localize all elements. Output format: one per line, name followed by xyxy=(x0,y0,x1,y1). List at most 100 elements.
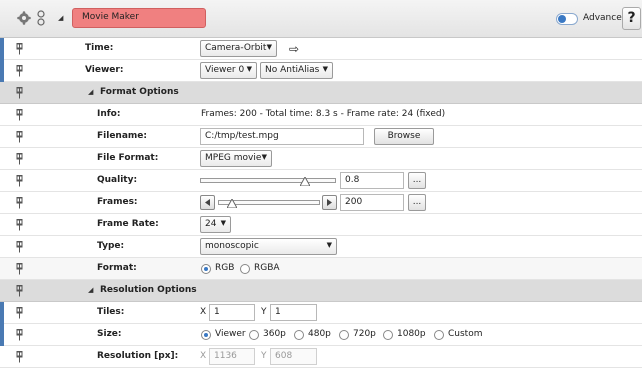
chevron-down-icon: ▼ xyxy=(220,219,226,227)
pin-icon[interactable] xyxy=(16,285,23,297)
size-radio-1080p[interactable] xyxy=(383,330,393,340)
size-radio-viewer[interactable] xyxy=(201,330,211,340)
pin-icon[interactable] xyxy=(16,351,23,363)
viewer-label: Viewer: xyxy=(85,65,124,75)
frames-more-button[interactable]: ... xyxy=(408,194,426,211)
advanced-toggle[interactable] xyxy=(556,13,578,25)
size-radio-720p[interactable] xyxy=(339,330,349,340)
group-format-options[interactable]: ◢ Format Options xyxy=(0,82,642,104)
quality-label: Quality: xyxy=(97,175,138,185)
collapse-triangle-icon[interactable]: ◢ xyxy=(88,88,93,96)
gear-icon[interactable] xyxy=(17,11,31,25)
size-option-360p: 360p xyxy=(263,329,286,339)
viewer-value: Viewer 0 xyxy=(205,65,245,75)
toggle-knob xyxy=(558,15,566,23)
module-name-field[interactable]: Movie Maker xyxy=(72,8,206,28)
time-dropdown[interactable]: Camera-Orbit ▼ xyxy=(200,40,277,57)
pin-icon[interactable] xyxy=(16,241,23,253)
arrow-right-icon[interactable]: ⇨ xyxy=(289,42,299,56)
pin-icon[interactable] xyxy=(16,175,23,187)
quality-slider-thumb[interactable] xyxy=(300,177,310,186)
pin-icon[interactable] xyxy=(16,65,23,77)
frame-rate-dropdown[interactable]: 24 ▼ xyxy=(200,216,231,233)
resolution-x-label: X xyxy=(200,351,207,361)
format-option-rgb: RGB xyxy=(215,263,235,273)
tiles-y-label: Y xyxy=(261,307,267,317)
row-info: Info: Frames: 200 - Total time: 8.3 s - … xyxy=(0,104,642,126)
row-quality: Quality: 0.8 ... xyxy=(0,170,642,192)
row-viewer: Viewer: Viewer 0 ▼ No AntiAlias ▼ xyxy=(0,60,642,82)
format-option-rgba: RGBA xyxy=(254,263,280,273)
pin-icon[interactable] xyxy=(16,219,23,231)
antialias-value: No AntiAlias xyxy=(265,65,320,75)
size-option-720p: 720p xyxy=(353,329,376,339)
resolution-x-input: 1136 xyxy=(209,348,255,365)
file-format-label: File Format: xyxy=(97,153,159,163)
row-resolution: Resolution [px]: X 1136 Y 608 xyxy=(0,346,642,368)
collapse-triangle-icon[interactable]: ◢ xyxy=(88,286,93,294)
file-format-dropdown[interactable]: MPEG movie ▼ xyxy=(200,150,272,167)
size-option-viewer: Viewer xyxy=(215,329,246,339)
format-label: Format: xyxy=(97,263,137,273)
row-tiles: Tiles: X 1 Y 1 xyxy=(0,302,642,324)
browse-button[interactable]: Browse xyxy=(374,128,434,145)
resolution-label: Resolution [px]: xyxy=(97,351,179,361)
type-value: monoscopic xyxy=(205,241,259,251)
resolution-y-label: Y xyxy=(261,351,267,361)
group-resolution-options[interactable]: ◢ Resolution Options xyxy=(0,280,642,302)
pin-icon[interactable] xyxy=(16,87,23,99)
pin-icon[interactable] xyxy=(16,307,23,319)
tiles-y-input[interactable]: 1 xyxy=(270,304,317,321)
chevron-down-icon: ▼ xyxy=(322,65,328,73)
frames-increment-button[interactable] xyxy=(322,195,337,210)
size-option-480p: 480p xyxy=(308,329,331,339)
pin-icon[interactable] xyxy=(16,109,23,121)
format-radio-rgba[interactable] xyxy=(240,264,250,274)
quality-input[interactable]: 0.8 xyxy=(340,172,404,189)
pin-icon[interactable] xyxy=(16,263,23,275)
frames-decrement-button[interactable] xyxy=(200,195,215,210)
type-dropdown[interactable]: monoscopic ▼ xyxy=(200,238,337,255)
size-radio-360p[interactable] xyxy=(249,330,259,340)
frames-label: Frames: xyxy=(97,197,138,207)
pin-icon[interactable] xyxy=(16,197,23,209)
antialias-dropdown[interactable]: No AntiAlias ▼ xyxy=(260,62,333,79)
row-size: Size: Viewer 360p 480p 720p 1080p Custom xyxy=(0,324,642,346)
collapse-triangle-icon[interactable]: ◢ xyxy=(58,14,63,22)
tiles-x-input[interactable]: 1 xyxy=(209,304,255,321)
pin-icon[interactable] xyxy=(16,153,23,165)
resolution-options-title: Resolution Options xyxy=(100,285,197,295)
size-option-1080p: 1080p xyxy=(397,329,426,339)
size-radio-custom[interactable] xyxy=(434,330,444,340)
format-options-title: Format Options xyxy=(100,87,179,97)
info-label: Info: xyxy=(97,109,121,119)
quality-slider[interactable] xyxy=(200,178,336,183)
size-radio-480p[interactable] xyxy=(294,330,304,340)
frames-input[interactable]: 200 xyxy=(340,194,404,211)
frame-rate-label: Frame Rate: xyxy=(97,219,159,229)
filename-input[interactable]: C:/tmp/test.mpg xyxy=(200,128,364,145)
frames-slider-thumb[interactable] xyxy=(227,199,237,208)
viewer-dropdown[interactable]: Viewer 0 ▼ xyxy=(200,62,257,79)
step-right-icon xyxy=(327,199,332,206)
quality-more-button[interactable]: ... xyxy=(408,172,426,189)
row-frames: Frames: 200 ... xyxy=(0,192,642,214)
info-value: Frames: 200 - Total time: 8.3 s - Frame … xyxy=(201,109,446,119)
chevron-down-icon: ▼ xyxy=(326,241,332,249)
pin-icon[interactable] xyxy=(16,329,23,341)
step-left-icon xyxy=(205,199,210,206)
type-label: Type: xyxy=(97,241,125,251)
filename-label: Filename: xyxy=(97,131,147,141)
help-button[interactable]: ? xyxy=(622,7,641,30)
chevron-down-icon: ▼ xyxy=(246,65,252,73)
tiles-label: Tiles: xyxy=(97,307,125,317)
row-format: Format: RGB RGBA xyxy=(0,258,642,280)
file-format-value: MPEG movie xyxy=(205,153,262,163)
row-strip xyxy=(0,60,4,82)
advanced-label: Advanced xyxy=(583,13,628,23)
pin-icon[interactable] xyxy=(16,43,23,55)
pin-icon[interactable] xyxy=(16,131,23,143)
row-type: Type: monoscopic ▼ xyxy=(0,236,642,258)
format-radio-rgb[interactable] xyxy=(201,264,211,274)
link-icon[interactable] xyxy=(37,10,45,26)
